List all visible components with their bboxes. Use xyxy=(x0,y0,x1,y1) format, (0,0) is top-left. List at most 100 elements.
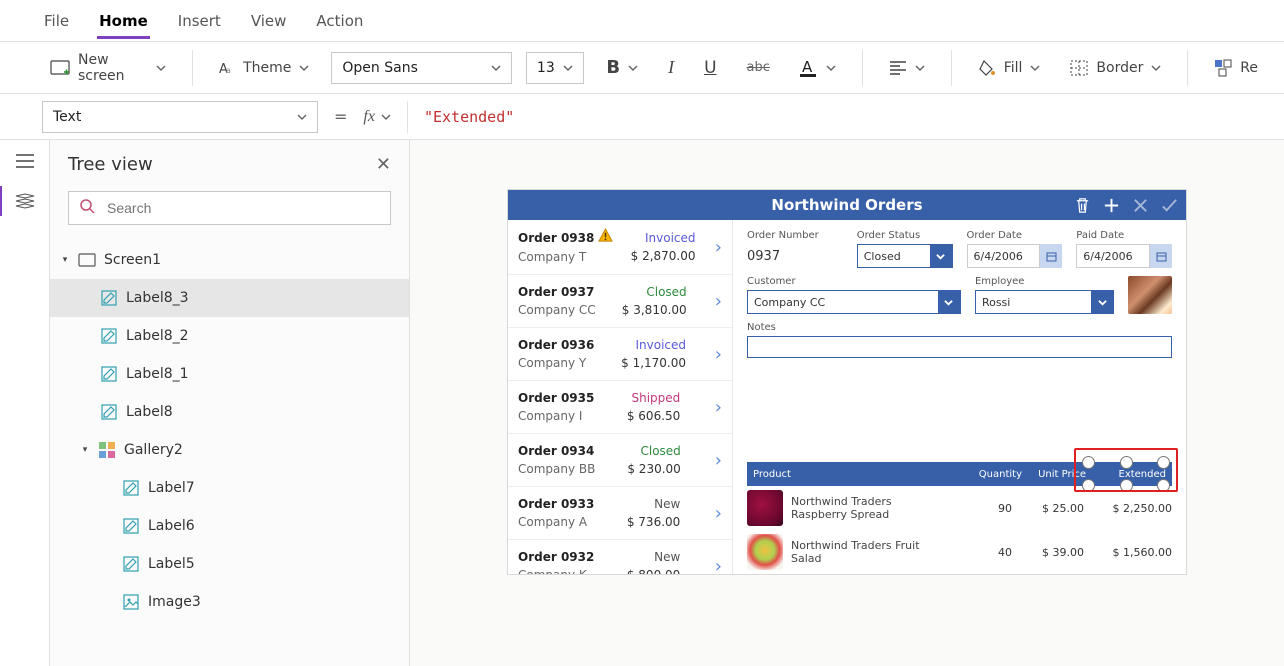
order-id: Order 0937 xyxy=(518,283,596,301)
chevron-down-icon xyxy=(299,63,309,73)
order-amount: $ 736.00 xyxy=(627,513,680,531)
tree-node-child[interactable]: Label5 xyxy=(50,545,409,583)
fill-button[interactable]: Fill xyxy=(970,52,1049,84)
line-extended: $ 1,560.00 xyxy=(1092,546,1172,559)
app-preview: Northwind Orders Order 0938Company T Inv… xyxy=(508,190,1186,574)
formula-input[interactable]: "Extended" xyxy=(424,108,514,126)
label-icon xyxy=(100,403,118,421)
tab-action[interactable]: Action xyxy=(314,2,365,39)
border-button[interactable]: Border xyxy=(1062,52,1169,84)
tree-node-label[interactable]: Label8_2 xyxy=(50,317,409,355)
chevron-down-icon xyxy=(491,63,501,73)
line-items: Northwind Traders Raspberry Spread 90 $ … xyxy=(747,486,1172,574)
font-family-select[interactable]: Open Sans xyxy=(331,52,512,84)
customer-select[interactable]: Company CC xyxy=(747,290,961,314)
tree-list[interactable]: ▾ Screen1 Label8_3 Label8_2 Label8_1Label8… xyxy=(50,235,409,666)
plus-icon[interactable] xyxy=(1103,197,1120,214)
notes-input[interactable] xyxy=(747,336,1172,358)
tree-node-child[interactable]: Label6 xyxy=(50,507,409,545)
cancel-icon[interactable] xyxy=(1132,197,1149,214)
warning-icon xyxy=(598,228,613,248)
orders-list[interactable]: Order 0938Company T Invoiced$ 2,870.00 ›… xyxy=(508,220,733,574)
fx-button[interactable]: fx xyxy=(363,108,391,126)
tab-view[interactable]: View xyxy=(249,2,289,39)
underline-button[interactable]: U xyxy=(696,52,724,84)
tree-node-child[interactable]: Label7 xyxy=(50,469,409,507)
line-extended: $ 2,250.00 xyxy=(1092,502,1172,515)
tree-node-label[interactable]: Label8_3 xyxy=(50,279,409,317)
order-status: New xyxy=(627,548,680,566)
control-icon xyxy=(122,555,140,573)
order-row[interactable]: Order 0936Company Y Invoiced$ 1,170.00 › xyxy=(508,328,732,381)
line-item-row[interactable]: Northwind Traders Fruit Salad 40 $ 39.00… xyxy=(747,530,1172,574)
calendar-icon xyxy=(1150,244,1172,268)
chevron-right-icon: › xyxy=(713,503,722,524)
order-date-value: 6/4/2006 xyxy=(967,244,1041,268)
chevron-right-icon: › xyxy=(713,556,722,575)
theme-button[interactable]: Aa Theme xyxy=(211,52,317,84)
check-icon[interactable] xyxy=(1161,197,1178,214)
tree-node-screen[interactable]: ▾ Screen1 xyxy=(50,241,409,279)
tree-node-label[interactable]: Label8 xyxy=(50,393,409,431)
svg-text:a: a xyxy=(226,66,231,75)
order-row[interactable]: Order 0937Company CC Closed$ 3,810.00 › xyxy=(508,275,732,328)
paid-date-input[interactable]: 6/4/2006 xyxy=(1076,244,1172,268)
collapse-icon[interactable]: ▾ xyxy=(60,255,70,265)
tab-file[interactable]: File xyxy=(42,2,71,39)
search-field[interactable] xyxy=(105,199,380,217)
ribbon: New screen Aa Theme Open Sans 13 B I U a… xyxy=(0,42,1284,94)
reorder-icon xyxy=(1214,59,1232,77)
tree-node-child[interactable]: Image3 xyxy=(50,583,409,621)
order-row[interactable]: Order 0932Company K New$ 800.00 › xyxy=(508,540,732,574)
bold-button[interactable]: B xyxy=(598,52,646,84)
selection-handles[interactable] xyxy=(1082,456,1170,469)
tab-home[interactable]: Home xyxy=(97,2,150,39)
align-button[interactable] xyxy=(881,52,933,84)
label-icon xyxy=(100,365,118,383)
order-row[interactable]: Order 0934Company BB Closed$ 230.00 › xyxy=(508,434,732,487)
strike-button[interactable]: abc xyxy=(739,52,778,84)
order-amount: $ 1,170.00 xyxy=(621,354,686,372)
tree-node-gallery[interactable]: ▾ Gallery2 xyxy=(50,431,409,469)
order-date-input[interactable]: 6/4/2006 xyxy=(967,244,1063,268)
order-row[interactable]: Order 0933Company A New$ 736.00 › xyxy=(508,487,732,540)
italic-button[interactable]: I xyxy=(660,52,682,84)
trash-icon[interactable] xyxy=(1074,197,1091,214)
tree-pane: Tree view ✕ ▾ Screen1 Label8_3 Label8_2 La… xyxy=(50,140,410,666)
tree-label: Label8_2 xyxy=(126,328,189,344)
order-id: Order 0934 xyxy=(518,442,595,460)
chevron-down-icon xyxy=(826,63,836,73)
font-color-button[interactable]: A xyxy=(792,52,844,84)
order-id: Order 0932 xyxy=(518,548,594,566)
tree-view-icon[interactable] xyxy=(14,190,36,212)
order-status-select[interactable]: Closed xyxy=(857,244,953,268)
order-row[interactable]: Order 0938Company T Invoiced$ 2,870.00 › xyxy=(508,220,732,275)
reorder-button[interactable]: Re xyxy=(1206,52,1266,84)
selection-handles[interactable] xyxy=(1082,479,1170,492)
field-label: Order Status xyxy=(857,230,953,241)
col-extended[interactable]: Extended xyxy=(1092,469,1172,480)
line-item-row[interactable]: Northwind Traders Raspberry Spread 90 $ … xyxy=(747,486,1172,530)
app-title: Northwind Orders xyxy=(771,196,922,214)
fill-label: Fill xyxy=(1004,60,1023,76)
collapse-icon[interactable]: ▾ xyxy=(80,445,90,455)
tab-insert[interactable]: Insert xyxy=(176,2,223,39)
property-select[interactable]: Text xyxy=(42,101,318,133)
employee-select[interactable]: Rossi xyxy=(975,290,1114,314)
canvas[interactable]: Northwind Orders Order 0938Company T Inv… xyxy=(410,140,1284,666)
reorder-label: Re xyxy=(1240,60,1258,76)
font-size-select[interactable]: 13 xyxy=(526,52,584,84)
calendar-icon xyxy=(1040,244,1062,268)
tree-title: Tree view xyxy=(68,154,153,175)
hamburger-icon[interactable] xyxy=(14,150,36,172)
close-icon[interactable]: ✕ xyxy=(376,154,391,175)
chevron-down-icon xyxy=(297,112,307,122)
order-row[interactable]: Order 0935Company I Shipped$ 606.50 › xyxy=(508,381,732,434)
order-status: Closed xyxy=(627,442,680,460)
tree-node-label[interactable]: Label8_1 xyxy=(50,355,409,393)
product-name: Northwind Traders Fruit Salad xyxy=(791,539,948,565)
line-unit-price: $ 39.00 xyxy=(1020,546,1084,559)
search-input[interactable] xyxy=(68,191,391,225)
new-screen-button[interactable]: New screen xyxy=(42,52,174,84)
line-unit-price: $ 25.00 xyxy=(1020,502,1084,515)
